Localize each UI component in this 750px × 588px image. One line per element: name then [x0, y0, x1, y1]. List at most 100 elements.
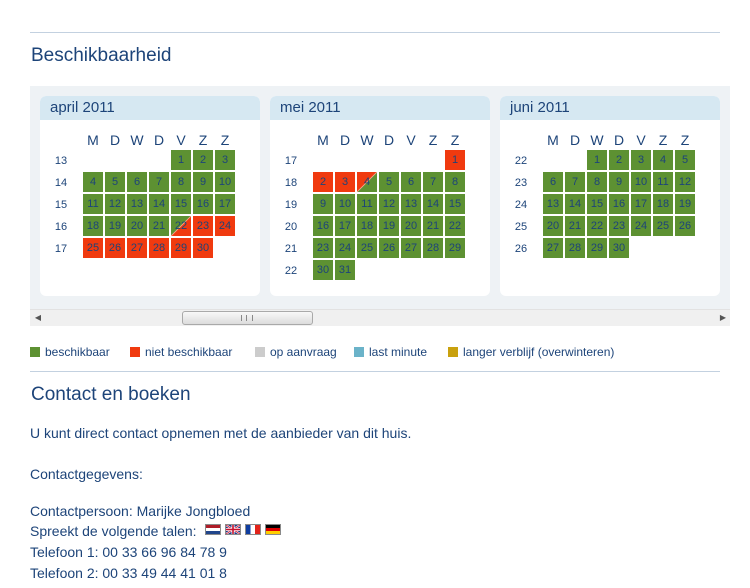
calendar-day[interactable]: 12 — [105, 194, 125, 214]
calendar-day[interactable]: 25 — [83, 238, 103, 258]
scrollbar-thumb[interactable] — [182, 311, 313, 325]
calendar-day[interactable]: 20 — [127, 216, 147, 236]
calendar-day[interactable]: 26 — [379, 238, 399, 258]
calendar-day[interactable]: 14 — [423, 194, 443, 214]
calendar-day[interactable]: 25 — [357, 238, 377, 258]
calendar-day[interactable]: 10 — [215, 172, 235, 192]
calendar-day[interactable]: 18 — [653, 194, 673, 214]
calendar-day[interactable]: 5 — [379, 172, 399, 192]
calendar-day[interactable]: 6 — [401, 172, 421, 192]
calendar-day[interactable]: 8 — [587, 172, 607, 192]
calendar-day[interactable]: 12 — [379, 194, 399, 214]
calendar-day[interactable]: 1 — [587, 150, 607, 170]
calendar-day[interactable]: 21 — [423, 216, 443, 236]
calendar-day[interactable]: 3 — [335, 172, 355, 192]
calendar-day[interactable]: 23 — [313, 238, 333, 258]
calendar-day[interactable]: 13 — [127, 194, 147, 214]
calendar-day[interactable]: 3 — [631, 150, 651, 170]
horizontal-scrollbar[interactable]: ◀ ▶ — [30, 309, 730, 326]
calendar-day[interactable]: 11 — [357, 194, 377, 214]
calendar-day[interactable]: 22 — [445, 216, 465, 236]
calendar-day[interactable]: 11 — [83, 194, 103, 214]
calendar-day[interactable]: 6 — [543, 172, 563, 192]
calendar-day[interactable]: 20 — [401, 216, 421, 236]
calendar-day[interactable]: 31 — [335, 260, 355, 280]
calendar-day[interactable]: 14 — [565, 194, 585, 214]
calendar-day[interactable]: 27 — [127, 238, 147, 258]
calendar-day[interactable]: 11 — [653, 172, 673, 192]
calendar-day[interactable]: 30 — [193, 238, 213, 258]
calendar-day[interactable]: 29 — [587, 238, 607, 258]
calendar-day[interactable]: 26 — [675, 216, 695, 236]
calendar-day[interactable]: 8 — [171, 172, 191, 192]
calendar-day[interactable]: 19 — [105, 216, 125, 236]
calendar-day[interactable]: 16 — [193, 194, 213, 214]
calendar-day[interactable]: 12 — [675, 172, 695, 192]
calendar-day[interactable]: 26 — [105, 238, 125, 258]
phone-1: Telefoon 1: 00 33 66 96 84 78 9 — [30, 544, 227, 560]
calendar-day[interactable]: 23 — [609, 216, 629, 236]
calendar-day[interactable]: 7 — [565, 172, 585, 192]
calendar-day[interactable]: 1 — [445, 150, 465, 170]
calendar-day[interactable]: 6 — [127, 172, 147, 192]
week-row: 13 1 2 3 — [40, 150, 260, 172]
calendar-day[interactable]: 16 — [313, 216, 333, 236]
calendar-day[interactable]: 30 — [609, 238, 629, 258]
week-row: 22 30 31 — [270, 260, 490, 282]
calendar-day[interactable]: 4 — [357, 172, 377, 192]
calendar-day[interactable]: 30 — [313, 260, 333, 280]
calendar-day[interactable]: 9 — [313, 194, 333, 214]
calendar-day[interactable]: 22 — [171, 216, 191, 236]
calendar-day[interactable]: 16 — [609, 194, 629, 214]
calendar-day[interactable]: 21 — [149, 216, 169, 236]
calendar-day[interactable]: 15 — [171, 194, 191, 214]
calendar-day[interactable]: 20 — [543, 216, 563, 236]
calendar-day[interactable]: 25 — [653, 216, 673, 236]
calendar-day[interactable]: 13 — [543, 194, 563, 214]
calendar-day[interactable]: 2 — [193, 150, 213, 170]
calendar-day[interactable]: 28 — [149, 238, 169, 258]
calendar-day[interactable]: 2 — [609, 150, 629, 170]
calendar-day[interactable]: 4 — [653, 150, 673, 170]
calendar-day[interactable]: 9 — [193, 172, 213, 192]
calendar-day[interactable]: 23 — [193, 216, 213, 236]
calendar-day[interactable]: 21 — [565, 216, 585, 236]
calendar-day[interactable]: 5 — [105, 172, 125, 192]
calendar-day[interactable]: 24 — [631, 216, 651, 236]
calendar-day[interactable]: 3 — [215, 150, 235, 170]
calendar-day[interactable]: 2 — [313, 172, 333, 192]
calendar-day[interactable]: 28 — [423, 238, 443, 258]
calendar-day[interactable]: 29 — [171, 238, 191, 258]
calendar-day[interactable]: 17 — [335, 216, 355, 236]
arrow-left-icon[interactable]: ◀ — [33, 313, 43, 323]
calendar-day[interactable]: 24 — [215, 216, 235, 236]
calendar-day[interactable]: 10 — [631, 172, 651, 192]
calendar-day[interactable]: 5 — [675, 150, 695, 170]
calendar-day[interactable]: 22 — [587, 216, 607, 236]
calendar-day[interactable]: 7 — [423, 172, 443, 192]
calendar-day[interactable]: 15 — [587, 194, 607, 214]
calendar-day[interactable]: 24 — [335, 238, 355, 258]
calendar-day[interactable]: 17 — [631, 194, 651, 214]
calendar-day[interactable]: 18 — [357, 216, 377, 236]
arrow-right-icon[interactable]: ▶ — [718, 313, 728, 323]
calendar-day[interactable]: 19 — [675, 194, 695, 214]
calendar-day[interactable]: 19 — [379, 216, 399, 236]
calendar-day[interactable]: 27 — [543, 238, 563, 258]
calendar-day[interactable]: 18 — [83, 216, 103, 236]
calendar-day[interactable]: 7 — [149, 172, 169, 192]
calendar-day[interactable]: 27 — [401, 238, 421, 258]
calendar-day[interactable]: 28 — [565, 238, 585, 258]
calendar-day[interactable]: 8 — [445, 172, 465, 192]
calendar-day[interactable]: 10 — [335, 194, 355, 214]
weekday-label: M — [317, 132, 329, 148]
weekday-label: D — [569, 132, 581, 148]
calendar-day[interactable]: 1 — [171, 150, 191, 170]
calendar-day[interactable]: 13 — [401, 194, 421, 214]
calendar-day[interactable]: 4 — [83, 172, 103, 192]
calendar-day[interactable]: 29 — [445, 238, 465, 258]
calendar-day[interactable]: 17 — [215, 194, 235, 214]
calendar-day[interactable]: 14 — [149, 194, 169, 214]
calendar-day[interactable]: 9 — [609, 172, 629, 192]
calendar-day[interactable]: 15 — [445, 194, 465, 214]
